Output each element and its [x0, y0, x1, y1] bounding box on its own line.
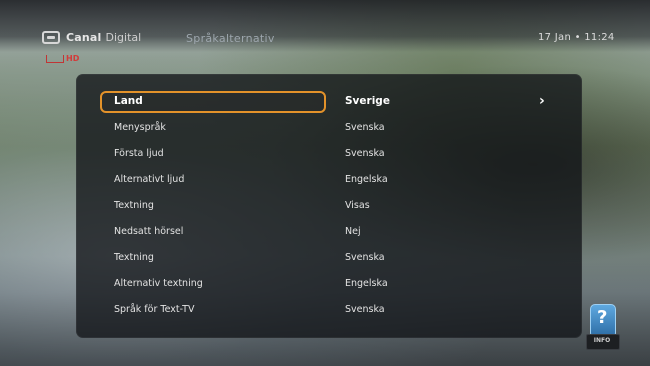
menu-row-value: Visas — [345, 200, 370, 211]
menu-row-value: Engelska — [345, 278, 388, 289]
menu-row-value: Engelska — [345, 174, 388, 185]
signal-bars-icon — [46, 54, 64, 63]
menu-row-alternativt-ljud[interactable]: Alternativt ljud Engelska — [100, 170, 570, 192]
language-settings-menu: Land Sverige › Menyspråk Svenska Första … — [76, 74, 582, 338]
menu-row-label: Textning — [114, 200, 154, 211]
menu-row-label: Första ljud — [114, 148, 164, 159]
info-help-button[interactable]: ? INFO — [584, 304, 620, 350]
question-mark-icon: ? — [597, 307, 608, 328]
menu-row-label: Nedsatt hörsel — [114, 226, 184, 237]
hd-label: HD — [66, 54, 80, 63]
menu-row-label: Menyspråk — [114, 122, 166, 133]
menu-row-label: Alternativ textning — [114, 278, 203, 289]
brand-name: Canal — [66, 31, 102, 44]
menu-row-menysprak[interactable]: Menyspråk Svenska — [100, 118, 570, 140]
top-bar: Canal Digital Språkalternativ 17 Jan • 1… — [0, 0, 650, 52]
menu-row-label: Land — [114, 95, 143, 107]
menu-row-label: Textning — [114, 252, 154, 263]
menu-row-value: Sverige — [345, 95, 390, 107]
menu-row-value: Svenska — [345, 148, 385, 159]
menu-row-sprak-text-tv[interactable]: Språk för Text-TV Svenska — [100, 300, 570, 322]
canal-digital-logo: Canal Digital — [42, 31, 141, 44]
menu-row-forsta-ljud[interactable]: Första ljud Svenska — [100, 144, 570, 166]
menu-row-value: Svenska — [345, 122, 385, 133]
menu-row-value: Svenska — [345, 304, 385, 315]
menu-row-label: Språk för Text-TV — [114, 304, 195, 315]
chevron-right-icon[interactable]: › — [539, 93, 545, 109]
tv-icon — [42, 31, 60, 44]
menu-row-label: Alternativt ljud — [114, 174, 185, 185]
brand-suffix: Digital — [105, 31, 142, 44]
menu-row-value: Svenska — [345, 252, 385, 263]
menu-row-textning[interactable]: Textning Visas — [100, 196, 570, 218]
date-time: 17 Jan • 11:24 — [538, 32, 615, 43]
menu-row-land[interactable]: Land Sverige › — [100, 91, 570, 114]
menu-row-textning-language[interactable]: Textning Svenska — [100, 248, 570, 270]
menu-row-value: Nej — [345, 226, 361, 237]
menu-row-alternativ-textning[interactable]: Alternativ textning Engelska — [100, 274, 570, 296]
hd-channel-badge: HD — [46, 54, 79, 63]
menu-row-nedsatt-horsel[interactable]: Nedsatt hörsel Nej — [100, 222, 570, 244]
page-title: Språkalternativ — [186, 32, 275, 45]
info-key-label: INFO — [593, 337, 611, 344]
